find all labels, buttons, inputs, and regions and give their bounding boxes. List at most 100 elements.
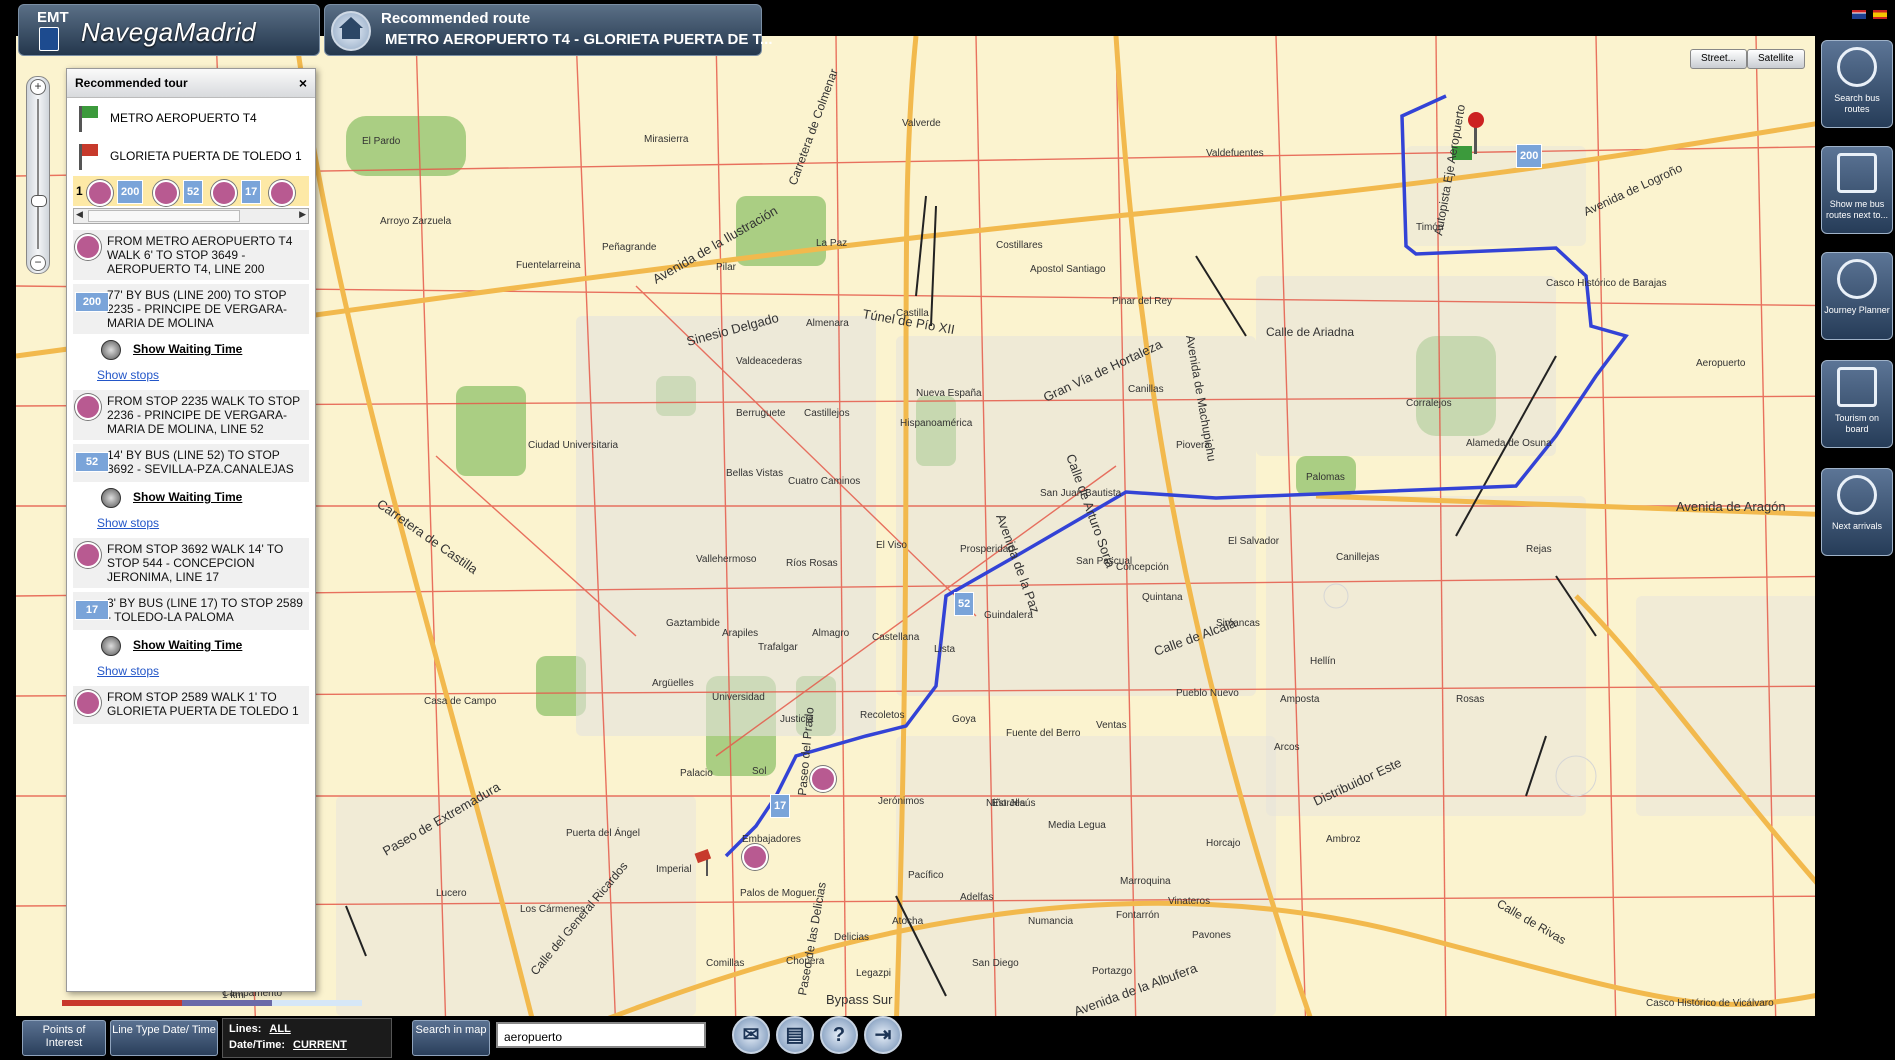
right-toolbar: Search bus routes Show me bus routes nex…: [1815, 36, 1895, 1034]
search-bus-routes-button[interactable]: Search bus routes: [1821, 40, 1893, 128]
svg-text:Pilar: Pilar: [716, 262, 737, 273]
svg-text:Cuatro Caminos: Cuatro Caminos: [788, 476, 860, 487]
lines-filter-box[interactable]: Lines: ALL Date/Time: CURRENT: [222, 1018, 392, 1058]
tourism-icon: [1837, 367, 1877, 407]
zoom-handle[interactable]: [31, 195, 47, 207]
show-stops-link[interactable]: Show stops: [97, 516, 159, 530]
lines-value[interactable]: ALL: [269, 1023, 290, 1035]
walk-stop-marker[interactable]: [810, 766, 836, 792]
zoom-out-button[interactable]: −: [30, 255, 46, 271]
svg-text:El Salvador: El Salvador: [1228, 536, 1280, 547]
svg-text:Horcajo: Horcajo: [1206, 838, 1241, 849]
button-label: Journey Planner: [1824, 305, 1890, 315]
svg-text:Casa de Campo: Casa de Campo: [424, 696, 497, 707]
svg-text:Goya: Goya: [952, 714, 976, 725]
tourism-button[interactable]: Tourism on board: [1821, 360, 1893, 448]
email-icon[interactable]: ✉: [732, 1016, 770, 1054]
points-of-interest-button[interactable]: Points of Interest: [22, 1020, 106, 1056]
svg-text:Peñagrande: Peñagrande: [602, 242, 657, 253]
svg-text:Almenara: Almenara: [806, 318, 849, 329]
close-icon[interactable]: ×: [299, 69, 307, 97]
emt-logo[interactable]: EMT NavegaMadrid: [18, 4, 320, 56]
panel-title: Recommended tour: [75, 76, 188, 90]
nearby-routes-button[interactable]: Show me bus routes next to...: [1821, 146, 1893, 234]
line-badge: 17: [75, 600, 109, 620]
route-header-value: METRO AEROPUERTO T4 - GLORIETA PUERTA DE…: [385, 31, 773, 48]
svg-text:Arapiles: Arapiles: [722, 628, 758, 639]
route-badge-17[interactable]: 17: [770, 794, 791, 818]
show-stops-link[interactable]: Show stops: [97, 368, 159, 382]
zoom-slider[interactable]: + −: [26, 76, 50, 274]
route-header-label: Recommended route: [381, 10, 531, 27]
route-badge-200[interactable]: 200: [1516, 144, 1543, 168]
walk-icon: [269, 180, 295, 206]
svg-text:Vallehermoso: Vallehermoso: [696, 554, 757, 565]
step-walk[interactable]: FROM STOP 2589 WALK 1' TO GLORIETA PUERT…: [73, 686, 309, 724]
svg-text:Puerta del Ángel: Puerta del Ángel: [566, 826, 640, 839]
svg-text:Amposta: Amposta: [1280, 694, 1320, 705]
svg-text:Embajadores: Embajadores: [742, 834, 801, 845]
next-arrivals-button[interactable]: Next arrivals: [1821, 468, 1893, 556]
show-waiting-time-link[interactable]: Show Waiting Time: [133, 342, 242, 356]
tab-satellite[interactable]: Satellite: [1747, 49, 1805, 69]
svg-text:Atocha: Atocha: [892, 916, 924, 927]
svg-text:Fuente del Berro: Fuente del Berro: [1006, 728, 1081, 739]
step-walk[interactable]: FROM STOP 2235 WALK TO STOP 2236 - PRINC…: [73, 390, 309, 440]
step-walk[interactable]: FROM STOP 3692 WALK 14' TO STOP 544 - CO…: [73, 538, 309, 588]
scroll-right-icon[interactable]: ▶: [299, 209, 306, 220]
svg-text:Berruguete: Berruguete: [736, 408, 786, 419]
scale-label: 1 km: [222, 990, 244, 1001]
svg-text:El Viso: El Viso: [876, 540, 907, 551]
route-steps: FROM METRO AEROPUERTO T4 WALK 6' TO STOP…: [73, 230, 309, 724]
route-badge-52[interactable]: 52: [954, 592, 975, 616]
step-text: FROM METRO AEROPUERTO T4 WALK 6' TO STOP…: [107, 234, 293, 276]
svg-text:Fuentelarreina: Fuentelarreina: [516, 260, 581, 271]
tab-street[interactable]: Street...: [1690, 49, 1748, 69]
svg-text:Ambroz: Ambroz: [1326, 834, 1360, 845]
show-waiting-time-link[interactable]: Show Waiting Time: [133, 638, 242, 652]
datetime-label: Date/Time:: [229, 1039, 286, 1051]
svg-text:Corralejos: Corralejos: [1406, 398, 1452, 409]
step-bus[interactable]: 17 3' BY BUS (LINE 17) TO STOP 2589 - TO…: [73, 592, 309, 630]
search-input[interactable]: aeropuerto: [496, 1022, 706, 1048]
svg-text:Casco Histórico de Barajas: Casco Histórico de Barajas: [1546, 278, 1667, 289]
show-stops-link[interactable]: Show stops: [97, 664, 159, 678]
home-icon[interactable]: [331, 11, 371, 51]
svg-text:Alameda de Osuna: Alameda de Osuna: [1466, 438, 1552, 449]
svg-text:Bellas Vistas: Bellas Vistas: [726, 468, 783, 479]
spanish-flag-icon[interactable]: [1873, 10, 1887, 19]
datetime-value[interactable]: CURRENT: [293, 1039, 347, 1051]
show-stops-row: Show stops: [73, 660, 309, 682]
horizontal-scrollbar[interactable]: ◀ ▶: [73, 208, 309, 224]
lines-label: Lines:: [229, 1023, 262, 1035]
walk-stop-marker[interactable]: [742, 844, 768, 870]
svg-text:Castilla: Castilla: [896, 308, 929, 319]
search-in-map-button[interactable]: Search in map: [412, 1020, 490, 1056]
line-badge: 200: [75, 292, 109, 312]
scroll-left-icon[interactable]: ◀: [76, 209, 83, 220]
step-bus[interactable]: 52 14' BY BUS (LINE 52) TO STOP 3692 - S…: [73, 444, 309, 482]
print-icon[interactable]: ▤: [776, 1016, 814, 1054]
route-summary-strip[interactable]: 1 200 52 17: [73, 176, 309, 206]
svg-text:Imperial: Imperial: [656, 864, 692, 875]
show-waiting-time-link[interactable]: Show Waiting Time: [133, 490, 242, 504]
help-icon[interactable]: ?: [820, 1016, 858, 1054]
svg-text:San Pascual: San Pascual: [1076, 556, 1132, 567]
svg-text:Carretera de Castilla: Carretera de Castilla: [374, 496, 481, 577]
line-type-button[interactable]: Line Type Date/ Time: [110, 1020, 218, 1056]
exit-icon[interactable]: ⇥: [864, 1016, 902, 1054]
english-flag-icon[interactable]: [1851, 10, 1866, 19]
step-walk[interactable]: FROM METRO AEROPUERTO T4 WALK 6' TO STOP…: [73, 230, 309, 280]
logo-emt-text: EMT: [37, 9, 69, 26]
svg-text:Justicia: Justicia: [780, 714, 814, 725]
step-bus[interactable]: 200 77' BY BUS (LINE 200) TO STOP 2235 -…: [73, 284, 309, 334]
journey-planner-button[interactable]: Journey Planner: [1821, 252, 1893, 340]
zoom-in-button[interactable]: +: [30, 79, 46, 95]
button-label: Line Type Date/ Time: [112, 1024, 216, 1036]
search-routes-icon: [1837, 47, 1877, 87]
step-text: FROM STOP 2235 WALK TO STOP 2236 - PRINC…: [107, 394, 300, 436]
svg-text:Almagro: Almagro: [812, 628, 850, 639]
scroll-thumb[interactable]: [88, 210, 240, 222]
svg-text:Media Legua: Media Legua: [1048, 820, 1106, 831]
button-label: Show me bus routes next to...: [1825, 199, 1889, 220]
